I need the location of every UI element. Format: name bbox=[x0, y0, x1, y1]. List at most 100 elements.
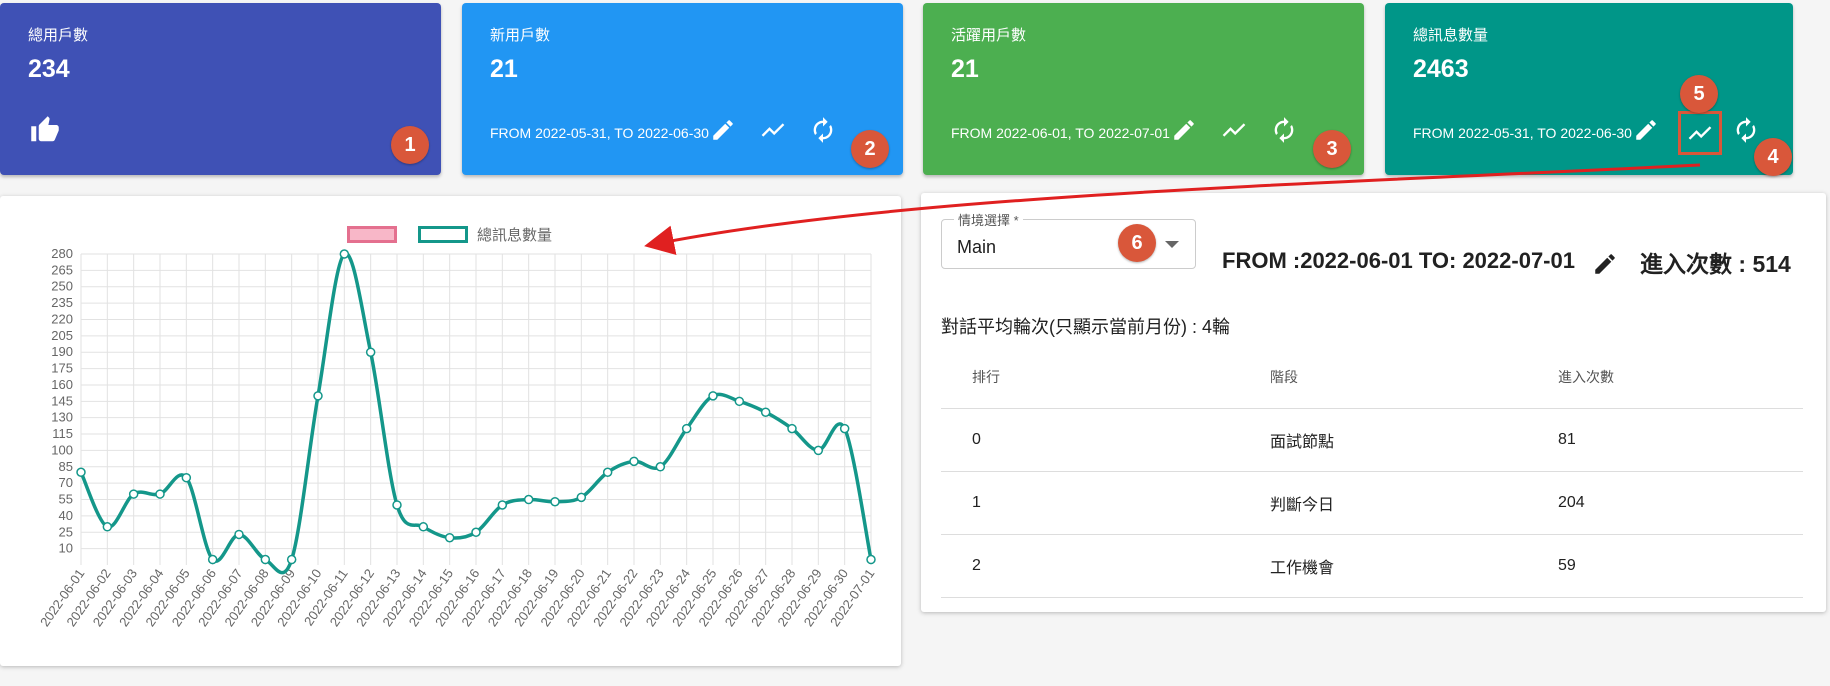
thumb-up-icon bbox=[30, 115, 60, 145]
new-users-card: 新用戶數 21 FROM 2022-05-31, TO 2022-06-30 2 bbox=[462, 3, 903, 175]
column-header-stage[interactable]: 階段 bbox=[1239, 346, 1527, 409]
data-point bbox=[76, 467, 86, 477]
card-title: 活躍用戶數 bbox=[951, 27, 1027, 44]
entry-count-label: 進入次數 : 514 bbox=[1640, 251, 1791, 277]
data-point bbox=[839, 423, 850, 434]
y-tick-label: 55 bbox=[59, 492, 73, 507]
line-chart: 1025405570851001151301451601751902052202… bbox=[37, 246, 877, 629]
total-users-card: 總用戶數 234 1 bbox=[0, 3, 441, 175]
stage-table: 排行 階段 進入次數 0 面試節點 81 1 判斷今日 204 2 工作機會 5… bbox=[941, 346, 1803, 598]
y-tick-label: 220 bbox=[51, 311, 73, 326]
data-point bbox=[471, 527, 481, 538]
pencil-icon[interactable] bbox=[1592, 251, 1618, 282]
data-point bbox=[313, 391, 323, 401]
data-point bbox=[444, 532, 455, 543]
data-point bbox=[602, 467, 613, 477]
y-tick-label: 40 bbox=[59, 508, 73, 523]
average-turns-label: 對話平均輪次(只顯示當前月份) : 4輪 bbox=[941, 317, 1231, 337]
data-point bbox=[339, 249, 350, 259]
data-point bbox=[392, 500, 402, 510]
annotation-badge-6: 6 bbox=[1118, 224, 1156, 262]
data-point bbox=[734, 396, 745, 407]
y-tick-label: 25 bbox=[59, 524, 73, 539]
data-point bbox=[576, 492, 587, 503]
y-tick-label: 100 bbox=[51, 442, 73, 457]
data-point bbox=[128, 489, 139, 499]
table-cell: 工作機會 bbox=[1239, 534, 1527, 598]
data-point bbox=[655, 462, 666, 472]
annotation-badge-3: 3 bbox=[1313, 130, 1351, 168]
data-point bbox=[708, 391, 718, 401]
data-point bbox=[787, 423, 797, 434]
data-point bbox=[629, 456, 639, 467]
data-point bbox=[234, 529, 244, 540]
scenario-select-label: 情境選擇 * bbox=[954, 210, 1023, 229]
table-row: 2 工作機會 59 bbox=[941, 534, 1803, 598]
table-cell: 59 bbox=[1527, 534, 1803, 598]
table-cell: 204 bbox=[1527, 471, 1803, 535]
y-tick-label: 10 bbox=[59, 541, 73, 556]
pencil-icon[interactable] bbox=[708, 115, 738, 145]
card-date-range: FROM 2022-05-31, TO 2022-06-30 bbox=[1413, 125, 1632, 141]
data-point bbox=[365, 347, 376, 357]
annotation-badge-1: 1 bbox=[391, 126, 429, 164]
table-cell: 0 bbox=[941, 408, 1239, 472]
data-point bbox=[760, 407, 771, 417]
date-range-label: FROM :2022-06-01 TO: 2022-07-01 bbox=[1222, 248, 1575, 273]
y-tick-label: 70 bbox=[59, 475, 73, 490]
trending-up-icon[interactable] bbox=[758, 115, 788, 145]
total-messages-card: 總訊息數量 2463 FROM 2022-05-31, TO 2022-06-3… bbox=[1385, 3, 1793, 176]
scenario-select[interactable]: 情境選擇 * Main 6 bbox=[941, 210, 1196, 269]
pencil-icon[interactable] bbox=[1631, 115, 1661, 145]
table-cell: 1 bbox=[941, 471, 1239, 535]
annotation-badge-5: 5 bbox=[1680, 75, 1718, 113]
column-header-rank[interactable]: 排行 bbox=[941, 346, 1239, 409]
y-tick-label: 115 bbox=[52, 426, 73, 441]
data-point bbox=[523, 494, 534, 505]
card-value: 21 bbox=[490, 55, 518, 83]
annotation-badge-2: 2 bbox=[851, 130, 889, 168]
column-header-count[interactable]: 進入次數 bbox=[1527, 346, 1803, 409]
data-point bbox=[813, 445, 824, 456]
y-tick-label: 190 bbox=[51, 344, 73, 359]
card-value: 234 bbox=[28, 55, 70, 83]
refresh-icon[interactable] bbox=[1731, 115, 1761, 145]
y-tick-label: 145 bbox=[51, 393, 73, 408]
card-date-range: FROM 2022-05-31, TO 2022-06-30 bbox=[490, 125, 709, 141]
y-tick-label: 205 bbox=[51, 328, 73, 343]
data-point bbox=[866, 554, 876, 565]
scenario-select-value: Main bbox=[957, 237, 997, 257]
y-tick-label: 235 bbox=[51, 295, 73, 310]
data-point bbox=[418, 522, 429, 532]
trending-up-icon[interactable] bbox=[1678, 111, 1722, 155]
y-tick-label: 160 bbox=[51, 377, 73, 392]
table-cell: 判斷今日 bbox=[1239, 471, 1527, 535]
data-point bbox=[181, 472, 192, 483]
card-date-range: FROM 2022-06-01, TO 2022-07-01 bbox=[951, 125, 1170, 141]
card-value: 2463 bbox=[1413, 55, 1469, 83]
data-point bbox=[497, 500, 508, 510]
data-point bbox=[155, 489, 165, 499]
data-point bbox=[102, 522, 113, 532]
chevron-down-icon[interactable] bbox=[1165, 241, 1179, 248]
refresh-icon[interactable] bbox=[808, 115, 838, 145]
card-title: 總訊息數量 bbox=[1413, 27, 1489, 44]
trending-up-icon[interactable] bbox=[1219, 115, 1249, 145]
active-users-card: 活躍用戶數 21 FROM 2022-06-01, TO 2022-07-01 … bbox=[923, 3, 1364, 175]
y-tick-label: 250 bbox=[51, 279, 73, 294]
refresh-icon[interactable] bbox=[1269, 115, 1299, 145]
pencil-icon[interactable] bbox=[1169, 115, 1199, 145]
annotation-badge-4: 4 bbox=[1754, 138, 1792, 176]
y-tick-label: 175 bbox=[51, 361, 73, 376]
card-value: 21 bbox=[951, 55, 979, 83]
table-header-row: 排行 階段 進入次數 bbox=[941, 346, 1803, 409]
data-point bbox=[681, 423, 692, 434]
table-row: 1 判斷今日 204 bbox=[941, 471, 1803, 535]
y-tick-label: 280 bbox=[51, 246, 73, 261]
card-title: 總用戶數 bbox=[28, 27, 89, 44]
y-tick-label: 265 bbox=[51, 262, 73, 277]
table-cell: 2 bbox=[941, 534, 1239, 598]
data-point bbox=[550, 496, 560, 507]
table-cell: 81 bbox=[1527, 408, 1803, 472]
y-tick-label: 130 bbox=[51, 410, 73, 425]
